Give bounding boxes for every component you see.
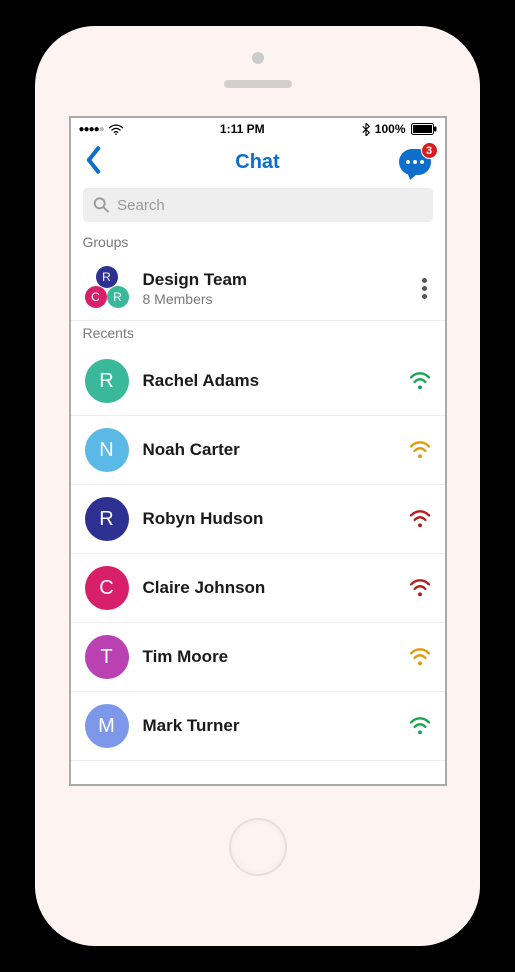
section-label-recents: Recents	[71, 321, 445, 347]
notification-badge: 3	[421, 142, 438, 159]
contact-row[interactable]: T Tim Moore	[71, 623, 445, 692]
nav-header: Chat 3	[71, 140, 445, 184]
group-subtitle: 8 Members	[143, 291, 404, 307]
screen: ●●●●● 1:11 PM 100%	[69, 116, 447, 786]
chat-notifications-button[interactable]: 3	[399, 149, 431, 175]
presence-wifi-icon	[409, 441, 431, 459]
search-field[interactable]	[83, 188, 433, 222]
contact-name: Tim Moore	[143, 647, 395, 667]
contact-name: Noah Carter	[143, 440, 395, 460]
home-button[interactable]	[229, 818, 287, 876]
presence-wifi-icon	[409, 372, 431, 390]
bluetooth-icon	[362, 123, 370, 136]
signal-dots-icon: ●●●●●	[79, 124, 104, 135]
contact-row[interactable]: M Mark Turner	[71, 692, 445, 761]
avatar: C	[85, 566, 129, 610]
status-time: 1:11 PM	[220, 122, 265, 136]
avatar: R	[85, 497, 129, 541]
page-title: Chat	[71, 151, 445, 174]
contact-name: Rachel Adams	[143, 371, 395, 391]
search-input[interactable]	[117, 197, 422, 214]
recents-list: R Rachel Adams N Noah Carter R Robyn Hud…	[71, 347, 445, 761]
search-icon	[93, 196, 110, 214]
presence-wifi-icon	[409, 510, 431, 528]
section-label-groups: Groups	[71, 230, 445, 256]
back-button[interactable]	[85, 146, 102, 179]
kebab-menu-button[interactable]	[418, 274, 431, 303]
groups-list: C R R Design Team 8 Members	[71, 256, 445, 321]
contact-name: Robyn Hudson	[143, 509, 395, 529]
group-row[interactable]: C R R Design Team 8 Members	[71, 256, 445, 321]
presence-wifi-icon	[409, 579, 431, 597]
group-avatar: C R R	[85, 266, 129, 310]
avatar: T	[85, 635, 129, 679]
phone-camera	[252, 52, 264, 64]
presence-wifi-icon	[409, 648, 431, 666]
avatar: N	[85, 428, 129, 472]
group-name: Design Team	[143, 270, 404, 290]
status-bar: ●●●●● 1:11 PM 100%	[71, 118, 445, 140]
contact-row[interactable]: R Robyn Hudson	[71, 485, 445, 554]
contact-name: Claire Johnson	[143, 578, 395, 598]
contact-row[interactable]: N Noah Carter	[71, 416, 445, 485]
presence-wifi-icon	[409, 717, 431, 735]
wifi-icon	[109, 124, 123, 135]
battery-percent: 100%	[375, 122, 406, 136]
avatar: M	[85, 704, 129, 748]
phone-speaker	[224, 80, 292, 88]
avatar: R	[85, 359, 129, 403]
contact-name: Mark Turner	[143, 716, 395, 736]
battery-icon	[411, 123, 437, 135]
contact-row[interactable]: R Rachel Adams	[71, 347, 445, 416]
contact-row[interactable]: C Claire Johnson	[71, 554, 445, 623]
phone-frame: ●●●●● 1:11 PM 100%	[35, 26, 480, 946]
